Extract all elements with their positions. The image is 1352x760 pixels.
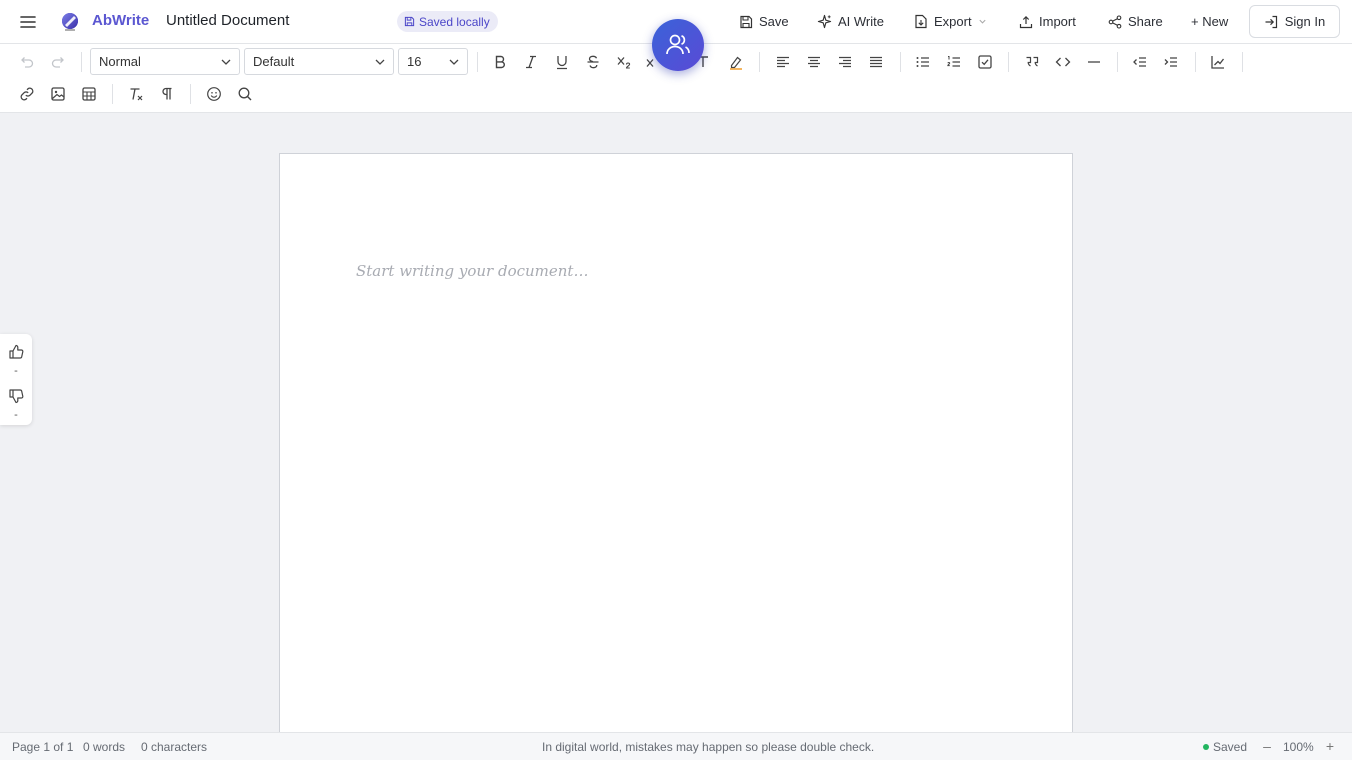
horizontal-rule-icon[interactable] <box>1082 50 1106 74</box>
feedback-widget: - - <box>0 334 32 425</box>
chart-icon[interactable] <box>1206 50 1230 74</box>
strikethrough-icon[interactable] <box>581 50 605 74</box>
font-family-value: Default <box>253 54 295 69</box>
save-icon <box>404 16 415 27</box>
save-label: Save <box>759 14 789 29</box>
chevron-down-icon <box>375 59 385 65</box>
redo-icon[interactable] <box>46 50 70 74</box>
align-left-icon[interactable] <box>771 50 795 74</box>
share-icon <box>1108 14 1122 29</box>
new-document-button[interactable]: + New <box>1191 11 1228 32</box>
document-page[interactable]: Start writing your document… <box>279 153 1073 753</box>
saved-status: Saved <box>1213 740 1248 754</box>
indent-icon[interactable] <box>1159 50 1183 74</box>
numbered-list-icon[interactable] <box>942 50 966 74</box>
font-family-select[interactable]: Default <box>244 48 394 75</box>
thumbs-up-icon[interactable] <box>8 344 24 360</box>
saved-locally-label: Saved locally <box>419 14 490 29</box>
align-justify-icon[interactable] <box>864 50 888 74</box>
users-icon <box>666 34 690 55</box>
toolbar-divider <box>477 52 478 72</box>
file-export-icon <box>915 14 927 29</box>
import-button[interactable]: Import <box>1019 11 1076 32</box>
app-logo <box>61 11 81 33</box>
undo-icon[interactable] <box>15 50 39 74</box>
bullet-list-icon[interactable] <box>911 50 935 74</box>
sign-in-button[interactable]: Sign In <box>1249 5 1340 38</box>
font-size-select[interactable]: 16 <box>398 48 468 75</box>
outdent-icon[interactable] <box>1128 50 1152 74</box>
toolbar-divider <box>1008 52 1009 72</box>
search-icon[interactable] <box>233 82 257 106</box>
new-label: + New <box>1191 14 1229 29</box>
sign-in-label: Sign In <box>1284 14 1326 29</box>
save-button[interactable]: Save <box>739 11 789 32</box>
export-label: Export <box>934 14 972 29</box>
code-icon[interactable] <box>1051 50 1075 74</box>
sign-in-icon <box>1265 15 1277 28</box>
thumbs-up-count: - <box>14 365 18 377</box>
image-icon[interactable] <box>46 82 70 106</box>
word-count: 0 words <box>83 740 126 754</box>
collaborators-fab[interactable] <box>652 19 704 71</box>
align-right-icon[interactable] <box>833 50 857 74</box>
font-size-value: 16 <box>407 54 422 69</box>
zoom-level: 100% <box>1283 740 1314 754</box>
highlighter-icon[interactable] <box>724 50 748 74</box>
toolbar-divider <box>190 84 191 104</box>
disclaimer-text: In digital world, mistakes may happen so… <box>542 740 875 754</box>
document-title[interactable]: Untitled Document <box>166 12 289 29</box>
toolbar-divider <box>1195 52 1196 72</box>
ai-write-label: AI Write <box>838 14 884 29</box>
sparkle-icon <box>817 14 832 29</box>
ai-write-button[interactable]: AI Write <box>817 11 884 32</box>
import-label: Import <box>1039 14 1076 29</box>
zoom-out-button[interactable]: – <box>1260 738 1274 754</box>
export-button[interactable]: Export <box>914 11 987 32</box>
link-icon[interactable] <box>15 82 39 106</box>
toolbar-divider <box>1117 52 1118 72</box>
chevron-down-icon <box>978 19 986 24</box>
menu-icon[interactable] <box>18 12 38 32</box>
bold-icon[interactable] <box>488 50 512 74</box>
brand-name: AbWrite <box>92 12 150 29</box>
zoom-in-button[interactable]: + <box>1323 738 1337 754</box>
toolbar-divider <box>759 52 760 72</box>
thumbs-down-icon[interactable] <box>8 388 24 404</box>
subscript-icon[interactable] <box>612 50 636 74</box>
chevron-down-icon <box>449 59 459 65</box>
emoji-icon[interactable] <box>202 82 226 106</box>
saved-status-dot <box>1203 744 1209 750</box>
thumbs-down-count: - <box>14 409 18 421</box>
saved-locally-badge: Saved locally <box>397 11 498 32</box>
table-icon[interactable] <box>77 82 101 106</box>
share-button[interactable]: Share <box>1108 11 1163 32</box>
share-label: Share <box>1128 14 1163 29</box>
blockquote-icon[interactable] <box>1020 50 1044 74</box>
checklist-icon[interactable] <box>973 50 997 74</box>
paragraph-mark-icon[interactable] <box>155 82 179 106</box>
italic-icon[interactable] <box>519 50 543 74</box>
block-style-select[interactable]: Normal <box>90 48 240 75</box>
align-center-icon[interactable] <box>802 50 826 74</box>
toolbar-divider <box>81 52 82 72</box>
chevron-down-icon <box>221 59 231 65</box>
clear-formatting-icon[interactable] <box>124 82 148 106</box>
upload-icon <box>1019 15 1033 28</box>
toolbar-divider <box>112 84 113 104</box>
block-style-value: Normal <box>99 54 141 69</box>
status-bar: Page 1 of 1 0 words 0 characters In digi… <box>0 732 1352 760</box>
toolbar-divider <box>900 52 901 72</box>
toolbar-divider <box>1242 52 1243 72</box>
editor-placeholder[interactable]: Start writing your document… <box>356 262 588 280</box>
character-count: 0 characters <box>141 740 208 754</box>
page-count: Page 1 of 1 <box>12 740 74 754</box>
underline-icon[interactable] <box>550 50 574 74</box>
save-icon <box>740 15 753 28</box>
